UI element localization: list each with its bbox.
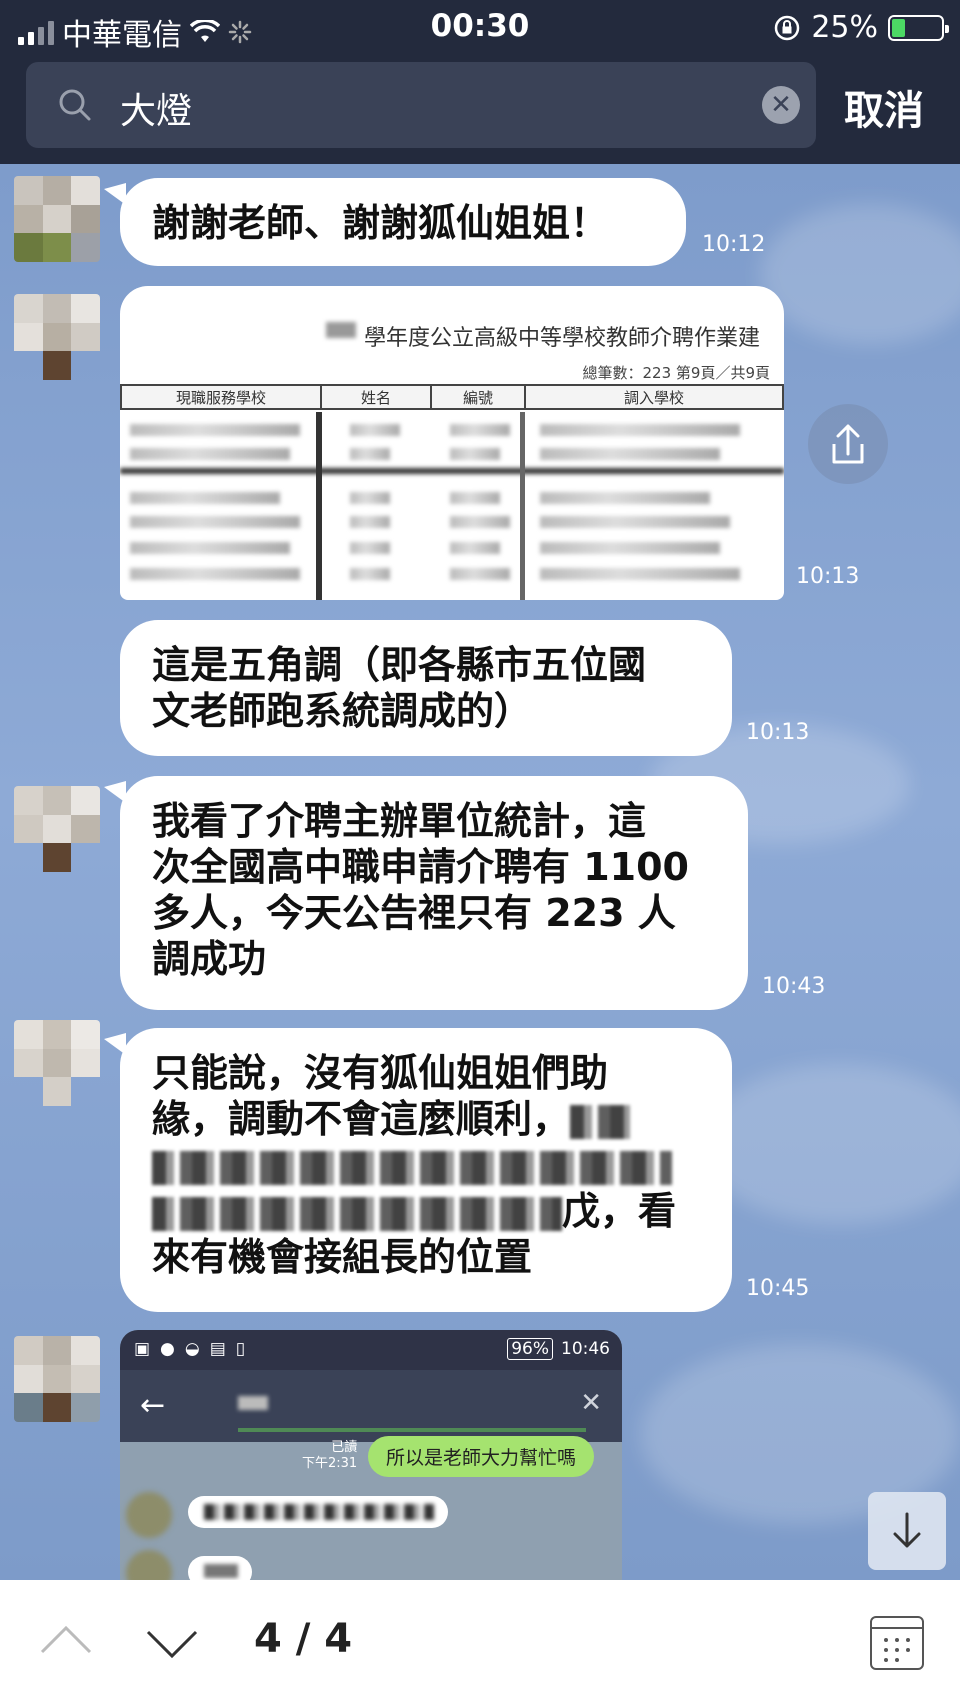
share-button[interactable] — [808, 404, 888, 484]
message-line: 文老師跑系統調成的） — [152, 689, 533, 733]
close-icon: ✕ — [580, 1388, 602, 1418]
message-text: 謝謝老師、謝謝狐仙姐姐！ — [152, 201, 609, 245]
message-line: 次全國高中職申請介聘有 1100 — [152, 845, 689, 889]
battery-percent: 25% — [811, 10, 878, 45]
search-navigation-bar: 4 / 4 — [0, 1580, 960, 1708]
avatar[interactable] — [14, 786, 100, 872]
message-time: 10:13 — [796, 564, 860, 589]
search-field[interactable]: 大燈 ✕ — [26, 62, 816, 148]
arrow-down-icon — [893, 1512, 921, 1548]
doc-column: 現職服務學校 — [120, 384, 322, 410]
message-text: 戊，看 — [562, 1189, 677, 1233]
doc-title: 學年度公立高級中等學校教師介聘作業建 — [364, 326, 761, 351]
search-header: 大燈 ✕ 取消 — [0, 60, 960, 164]
inner-battery: 96% — [507, 1338, 553, 1360]
next-result-icon[interactable] — [142, 1612, 202, 1672]
message-bubble[interactable]: 我看了介聘主辦單位統計，這 次全國高中職申請介聘有 1100 多人，今天公告裡只… — [120, 776, 748, 1010]
message-time: 10:12 — [702, 232, 766, 257]
message-bubble[interactable]: 這是五角調（即各縣市五位國 文老師跑系統調成的） — [120, 620, 732, 756]
avatar[interactable] — [14, 294, 100, 380]
message-line: 我看了介聘主辦單位統計，這 — [152, 799, 647, 843]
back-arrow-icon: ← — [140, 1388, 166, 1423]
message-text: 緣，調動不會這麼順利， — [152, 1097, 571, 1141]
inner-green-bubble: 所以是老師大力幫忙嗎 — [368, 1436, 595, 1477]
inner-status-icons: ▣●◒▤▯ — [134, 1339, 256, 1359]
message-time: 10:43 — [762, 974, 826, 999]
inner-time: 96% 10:46 — [507, 1338, 610, 1360]
result-counter: 4 / 4 — [254, 1616, 353, 1662]
cancel-button[interactable]: 取消 — [844, 78, 924, 136]
blurred-rows — [120, 412, 784, 600]
document-image[interactable]: 學年度公立高級中等學校教師介聘作業建 總筆數：223 第9頁／共9頁 現職服務學… — [120, 286, 784, 600]
inner-time-value: 10:46 — [561, 1339, 610, 1359]
previous-result-icon[interactable] — [36, 1612, 96, 1672]
inner-status-bar: ▣●◒▤▯ 96% 10:46 — [120, 1330, 622, 1370]
message-line: 這是五角調（即各縣市五位國 — [152, 643, 647, 687]
message-bubble[interactable]: 謝謝老師、謝謝狐仙姐姐！ — [120, 178, 686, 266]
doc-column: 編號 — [430, 384, 526, 410]
message-line: 多人，今天公告裡只有 223 人 — [152, 891, 676, 935]
message-line — [152, 1142, 700, 1188]
avatar[interactable] — [14, 1336, 100, 1422]
message-line: 只能說，沒有狐仙姐姐們助 — [152, 1051, 609, 1095]
status-bar: 中華電信 00:30 25% — [0, 0, 960, 60]
read-time: 下午2:31 — [302, 1456, 358, 1471]
message-time: 10:13 — [746, 720, 810, 745]
avatar[interactable] — [14, 176, 100, 262]
search-input[interactable]: 大燈 — [120, 82, 192, 134]
rotation-lock-icon — [775, 15, 800, 40]
message-line: 戊，看 — [152, 1188, 700, 1234]
avatar[interactable] — [14, 1020, 100, 1106]
read-receipt: 已讀 下午2:31 — [302, 1440, 357, 1472]
doc-table: 現職服務學校 姓名 編號 調入學校 — [120, 384, 784, 410]
message-line: 來有機會接組長的位置 — [152, 1235, 533, 1279]
battery-icon — [888, 14, 949, 41]
clear-search-icon[interactable]: ✕ — [762, 86, 800, 124]
doc-column: 調入學校 — [524, 384, 784, 410]
message-line: 調成功 — [152, 937, 267, 981]
doc-count: 總筆數：223 第9頁／共9頁 — [582, 364, 771, 382]
status-right: 25% — [773, 10, 949, 45]
message-time: 10:45 — [746, 1276, 810, 1301]
read-label: 已讀 — [331, 1440, 358, 1455]
inner-header: ← ✕ — [120, 1370, 622, 1442]
doc-column: 姓名 — [320, 384, 432, 410]
search-icon — [59, 89, 91, 121]
message-line: 緣，調動不會這麼順利， — [152, 1096, 700, 1142]
share-icon — [832, 424, 864, 464]
message-bubble[interactable]: 只能說，沒有狐仙姐姐們助 緣，調動不會這麼順利， 戊，看 來有機會接組長的位置 — [120, 1028, 732, 1312]
calendar-icon[interactable] — [870, 1616, 924, 1670]
scroll-to-bottom-button[interactable] — [868, 1492, 946, 1570]
